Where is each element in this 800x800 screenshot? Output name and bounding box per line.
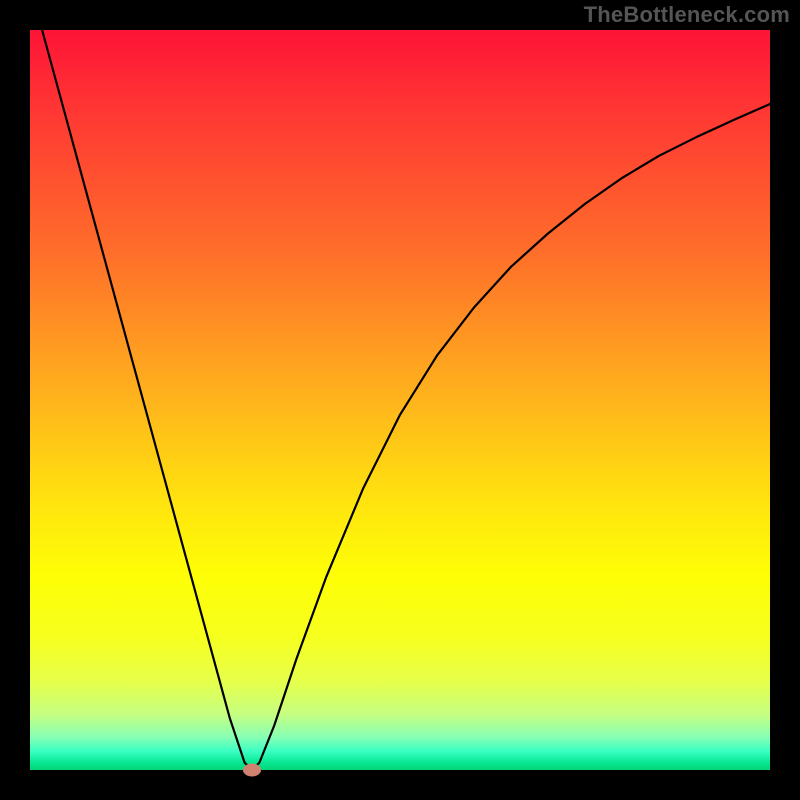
watermark-text: TheBottleneck.com [584,2,790,28]
bottleneck-curve [30,30,770,770]
optimal-point-marker [243,764,261,777]
curve-path [30,30,770,770]
plot-area [30,30,770,770]
chart-frame: TheBottleneck.com [0,0,800,800]
